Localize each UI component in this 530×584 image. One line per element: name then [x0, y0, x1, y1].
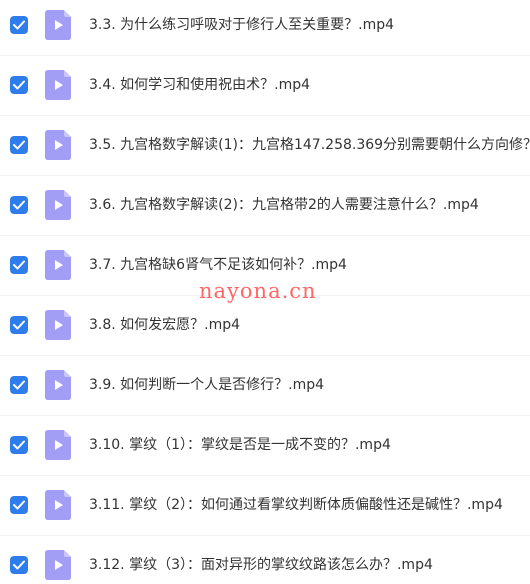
- video-file-icon: [45, 130, 71, 160]
- file-name: 3.12. 掌纹（3）：面对异形的掌纹纹路该怎么办？.mp4: [89, 557, 433, 573]
- file-row[interactable]: 3.6. 九宫格数字解读(2)：九宫格带2的人需要注意什么？.mp4: [0, 175, 530, 230]
- file-row[interactable]: 3.10. 掌纹（1）：掌纹是否是一成不变的？.mp4: [0, 415, 530, 470]
- file-row[interactable]: 3.9. 如何判断一个人是否修行？.mp4: [0, 355, 530, 410]
- checkbox-checked-icon[interactable]: [10, 496, 28, 514]
- file-row[interactable]: 3.4. 如何学习和使用祝由术？.mp4: [0, 55, 530, 110]
- checkbox-checked-icon[interactable]: [10, 76, 28, 94]
- file-name: 3.9. 如何判断一个人是否修行？.mp4: [89, 377, 325, 393]
- video-file-icon: [45, 490, 71, 520]
- file-row[interactable]: 3.11. 掌纹（2）：如何通过看掌纹判断体质偏酸性还是碱性？.mp4: [0, 475, 530, 530]
- file-name: 3.7. 九宫格缺6肾气不足该如何补？.mp4: [89, 257, 347, 273]
- file-name: 3.4. 如何学习和使用祝由术？.mp4: [89, 77, 311, 93]
- file-name: 3.10. 掌纹（1）：掌纹是否是一成不变的？.mp4: [89, 437, 391, 453]
- video-file-icon: [45, 70, 71, 100]
- checkbox-checked-icon[interactable]: [10, 376, 28, 394]
- video-file-icon: [45, 370, 71, 400]
- file-row[interactable]: 3.8. 如何发宏愿？.mp4: [0, 295, 530, 350]
- video-file-icon: [45, 550, 71, 580]
- file-name: 3.8. 如何发宏愿？.mp4: [89, 317, 241, 333]
- checkbox-checked-icon[interactable]: [10, 256, 28, 274]
- file-name: 3.11. 掌纹（2）：如何通过看掌纹判断体质偏酸性还是碱性？.mp4: [89, 497, 503, 513]
- checkbox-checked-icon[interactable]: [10, 316, 28, 334]
- video-file-icon: [45, 310, 71, 340]
- checkbox-checked-icon[interactable]: [10, 436, 28, 454]
- video-file-icon: [45, 250, 71, 280]
- watermark-text: nayona.cn: [199, 279, 317, 303]
- file-row[interactable]: 3.5. 九宫格数字解读(1)：九宫格147.258.369分别需要朝什么方向修…: [0, 115, 530, 170]
- file-name: 3.6. 九宫格数字解读(2)：九宫格带2的人需要注意什么？.mp4: [89, 197, 479, 213]
- checkbox-checked-icon[interactable]: [10, 556, 28, 574]
- file-row[interactable]: 3.3. 为什么练习呼吸对于修行人至关重要？.mp4: [0, 0, 530, 50]
- file-list: 3.3. 为什么练习呼吸对于修行人至关重要？.mp4 3.4. 如何学习和使用祝…: [0, 0, 530, 584]
- video-file-icon: [45, 430, 71, 460]
- checkbox-checked-icon[interactable]: [10, 136, 28, 154]
- file-row[interactable]: 3.12. 掌纹（3）：面对异形的掌纹纹路该怎么办？.mp4: [0, 535, 530, 584]
- video-file-icon: [45, 190, 71, 220]
- checkbox-checked-icon[interactable]: [10, 196, 28, 214]
- file-name: 3.3. 为什么练习呼吸对于修行人至关重要？.mp4: [89, 17, 395, 33]
- checkbox-checked-icon[interactable]: [10, 16, 28, 34]
- file-name: 3.5. 九宫格数字解读(1)：九宫格147.258.369分别需要朝什么方向修…: [89, 137, 530, 153]
- video-file-icon: [45, 10, 71, 40]
